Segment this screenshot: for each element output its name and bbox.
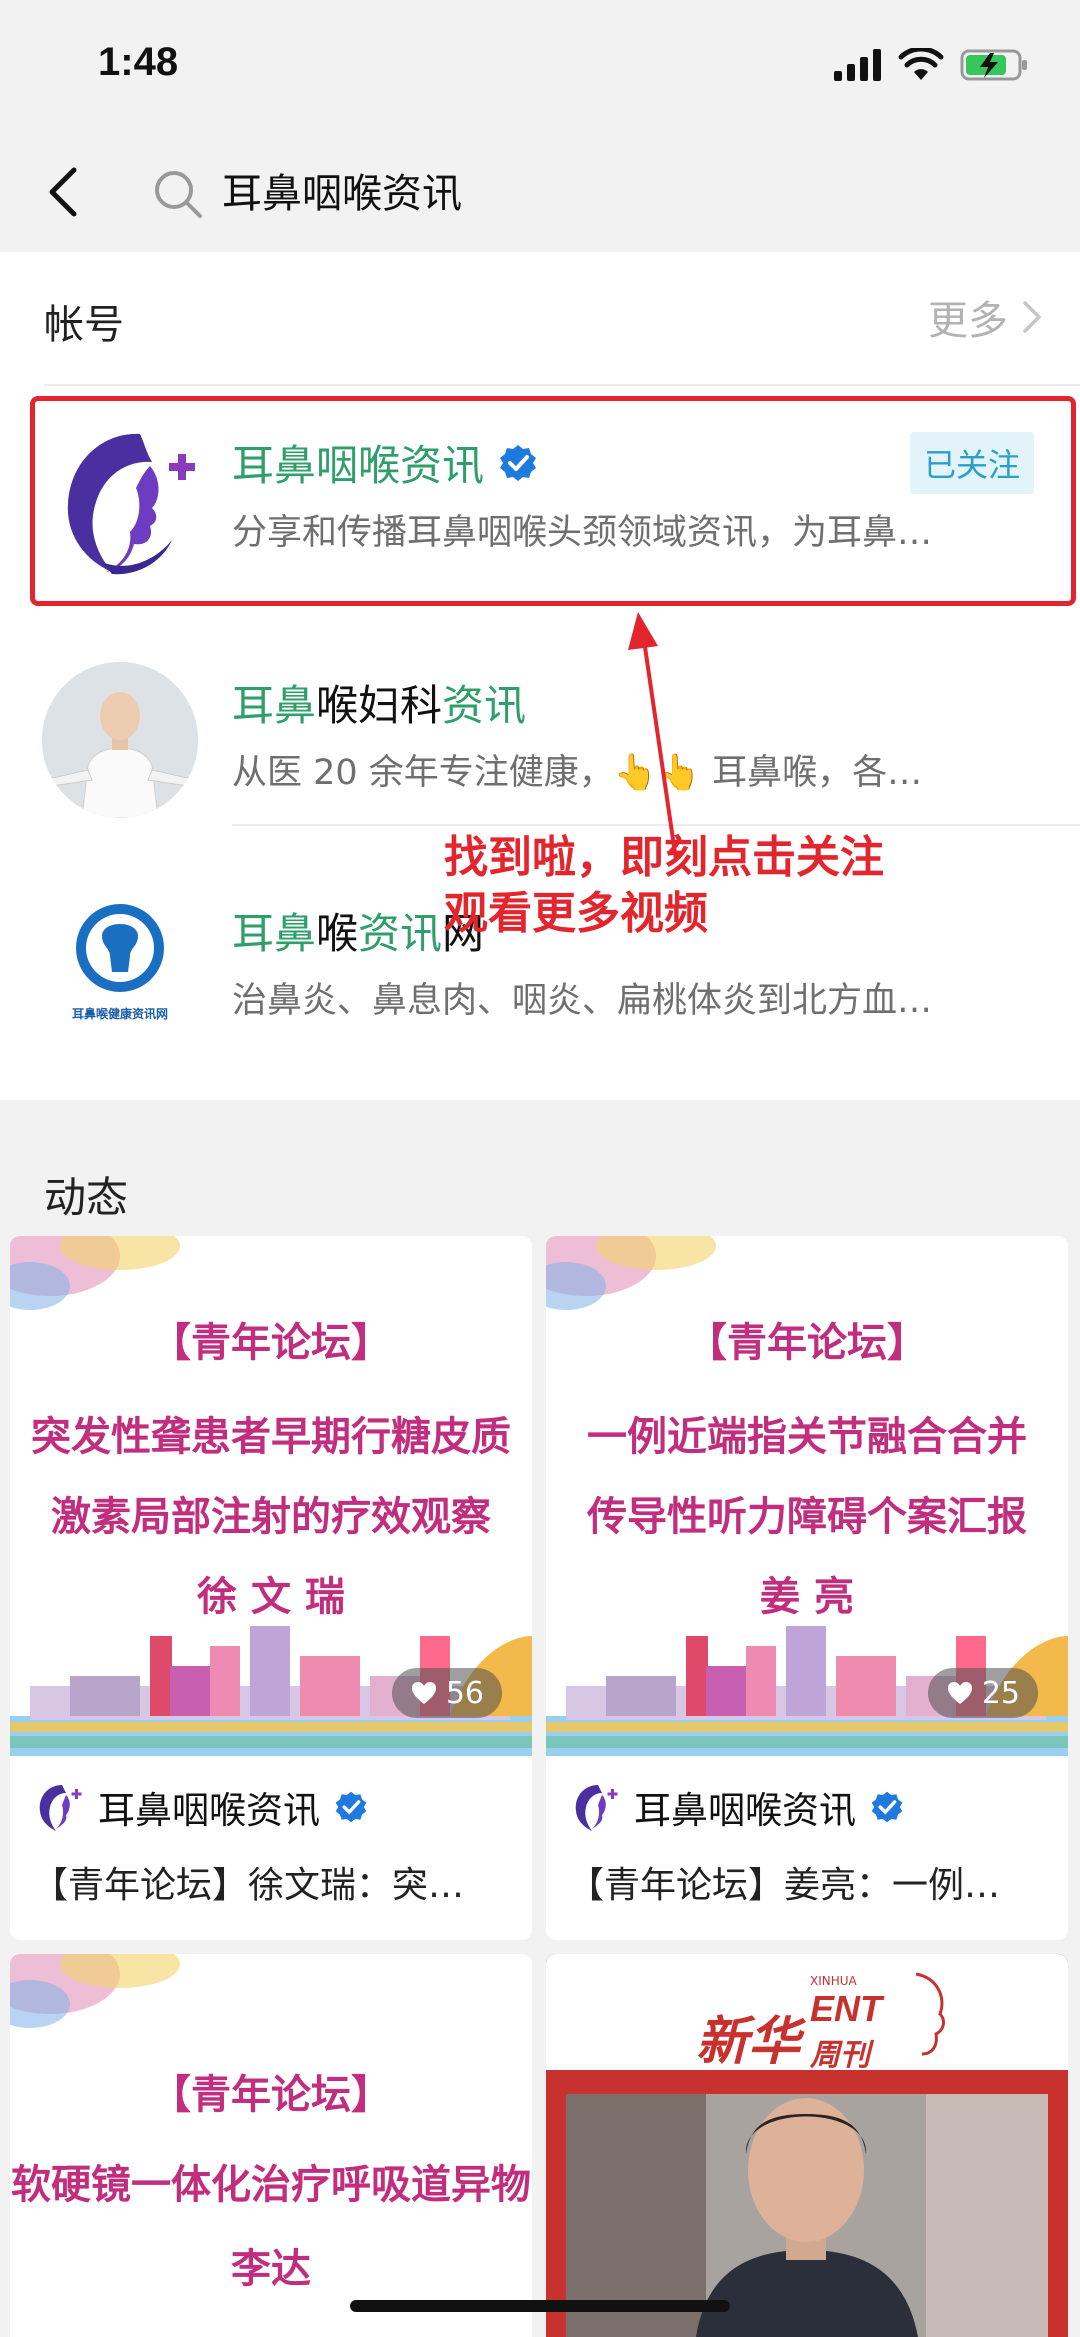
- card-author[interactable]: 耳鼻咽喉资讯: [568, 1780, 904, 1834]
- verified-badge-icon: [871, 1791, 903, 1823]
- author-name: 耳鼻咽喉资讯: [634, 1789, 856, 1832]
- thumbnail-title-line: 激素局部注射的疗效观察: [51, 1493, 491, 1540]
- card-caption: 【青年论坛】姜亮：一例…: [568, 1865, 1001, 1906]
- annotation-line: 观看更多视频: [444, 888, 708, 939]
- video-thumbnail[interactable]: 新华 XINHUA ENT 周刊: [546, 1954, 1068, 2337]
- brand-logo: 新华 XINHUA ENT 周刊: [696, 1974, 882, 2074]
- video-thumbnail[interactable]: 【青年论坛】 一例近端指关节融合合并 传导性听力障碍个案汇报 姜 亮 25: [546, 1236, 1068, 1756]
- thumbnail-speaker: 李达: [231, 2245, 311, 2292]
- author-name: 耳鼻咽喉资讯: [98, 1789, 320, 1832]
- author-avatar: [39, 1785, 82, 1831]
- thumbnail-speaker: 徐 文 瑞: [197, 1573, 345, 1620]
- card-author[interactable]: 耳鼻咽喉资讯: [32, 1780, 368, 1834]
- feed-card[interactable]: 【青年论坛】 一例近端指关节融合合并 传导性听力障碍个案汇报 姜 亮 25 耳鼻…: [546, 1236, 1068, 1940]
- thumbnail-tag: 【青年论坛】: [151, 1319, 391, 1366]
- brand-right: XINHUA ENT 周刊: [810, 1974, 882, 2074]
- brand-cn: 新华: [696, 2011, 801, 2072]
- thumbnail-tag: 【青年论坛】: [151, 2071, 391, 2118]
- author-avatar: [575, 1785, 618, 1831]
- verified-badge-icon: [335, 1791, 367, 1823]
- like-count-badge: 25: [927, 1668, 1038, 1718]
- like-count: 25: [981, 1675, 1020, 1711]
- thumbnail-tag: 【青年论坛】: [687, 1319, 927, 1366]
- like-count-badge: 56: [391, 1668, 502, 1718]
- thumbnail-title-line: 一例近端指关节融合合并: [587, 1413, 1027, 1460]
- feed-card[interactable]: 【青年论坛】 软硬镜一体化治疗呼吸道异物 李达: [10, 1954, 532, 2337]
- home-indicator[interactable]: [350, 2300, 730, 2312]
- heart-icon: [411, 1682, 436, 1704]
- feed-card[interactable]: 【青年论坛】 突发性聋患者早期行糖皮质 激素局部注射的疗效观察 徐 文 瑞 56…: [10, 1236, 532, 1940]
- annotation-text: 找到啦，即刻点击关注 观看更多视频: [444, 830, 964, 942]
- video-thumbnail[interactable]: 【青年论坛】 软硬镜一体化治疗呼吸道异物 李达: [10, 1954, 532, 2337]
- annotation-line: 找到啦，即刻点击关注: [444, 832, 884, 883]
- thumbnail-title-line: 软硬镜一体化治疗呼吸道异物: [11, 2161, 531, 2208]
- brand-sub: 周刊: [810, 2038, 871, 2073]
- feed-section-title: 动态: [44, 1173, 129, 1222]
- thumbnail-title-line: 突发性聋患者早期行糖皮质: [31, 1413, 511, 1460]
- brand-small: XINHUA: [810, 1974, 857, 1988]
- feed-card[interactable]: 新华 XINHUA ENT 周刊: [546, 1954, 1068, 2337]
- thumbnail-title-line: 传导性听力障碍个案汇报: [587, 1493, 1027, 1540]
- like-count: 56: [445, 1675, 484, 1711]
- brand-en: ENT: [810, 1988, 883, 2029]
- heart-icon: [947, 1682, 972, 1704]
- thumbnail-speaker: 姜 亮: [760, 1573, 854, 1620]
- card-caption: 【青年论坛】徐文瑞：突…: [32, 1865, 465, 1906]
- video-thumbnail[interactable]: 【青年论坛】 突发性聋患者早期行糖皮质 激素局部注射的疗效观察 徐 文 瑞 56: [10, 1236, 532, 1756]
